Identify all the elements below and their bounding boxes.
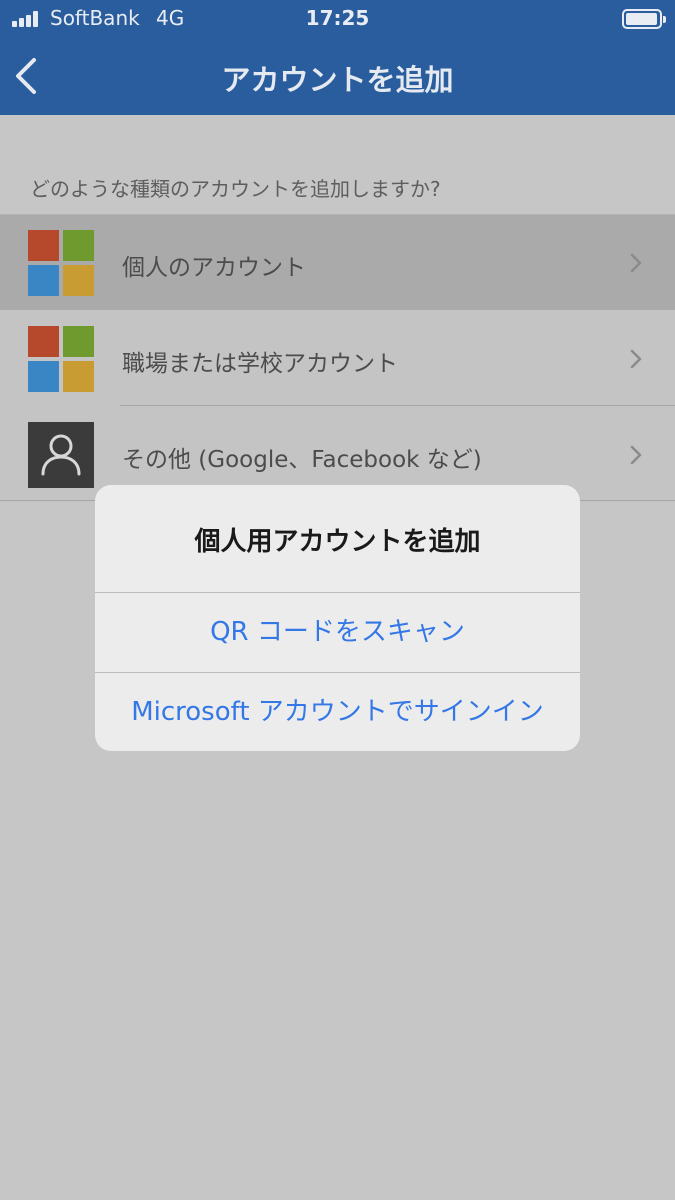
status-time: 17:25 (305, 6, 370, 30)
navigation-bar: アカウントを追加 (0, 38, 675, 115)
page-title: アカウントを追加 (221, 63, 454, 97)
account-type-list: 個人のアカウント 職場または学校アカウント その他 (Google、Facebo… (0, 214, 675, 502)
account-option-label: 個人のアカウント (122, 255, 306, 281)
status-bar: SoftBank 4G 17:25 (0, 0, 675, 38)
scan-qr-code-button[interactable]: QR コードをスキャン (95, 593, 580, 672)
section-prompt: どのような種類のアカウントを追加しますか? (30, 177, 441, 201)
add-personal-account-sheet: 個人用アカウントを追加 QR コードをスキャン Microsoft アカウントで… (95, 485, 580, 751)
chevron-right-icon (630, 253, 642, 273)
battery-icon (622, 9, 666, 29)
microsoft-logo-icon (28, 230, 94, 296)
microsoft-logo-icon (28, 326, 94, 392)
person-icon (28, 422, 94, 488)
chevron-right-icon (630, 349, 642, 369)
account-option-personal[interactable]: 個人のアカウント (0, 214, 675, 310)
account-option-label: その他 (Google、Facebook など) (122, 447, 482, 473)
account-option-work-school[interactable]: 職場または学校アカウント (0, 310, 675, 406)
microsoft-sign-in-button[interactable]: Microsoft アカウントでサインイン (95, 673, 580, 751)
chevron-right-icon (630, 445, 642, 465)
sheet-title: 個人用アカウントを追加 (194, 527, 481, 557)
account-option-label: 職場または学校アカウント (122, 351, 398, 377)
